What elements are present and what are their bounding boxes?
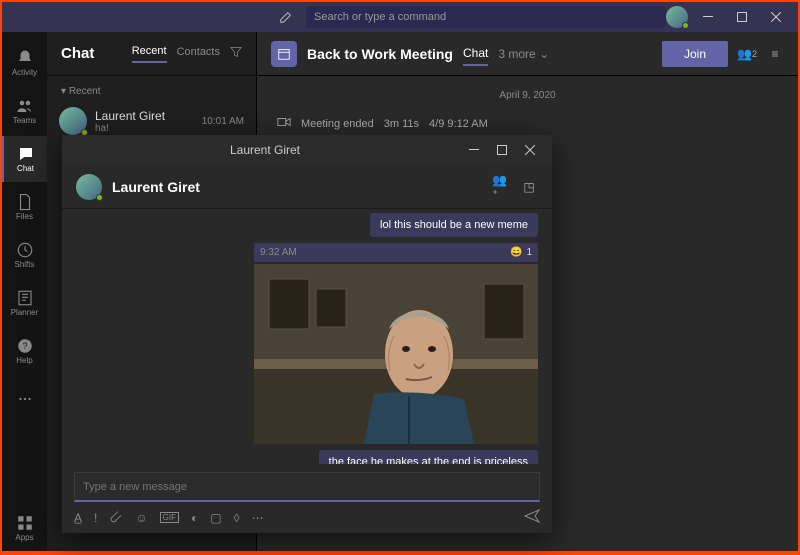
meet-now-icon[interactable]: ▢ <box>210 511 221 525</box>
gif-icon[interactable]: GIF <box>160 512 179 523</box>
stream-icon[interactable]: ◊ <box>234 511 240 525</box>
format-icon[interactable]: A̲ <box>74 511 82 525</box>
message-outgoing: the face he makes at the end is priceles… <box>319 450 538 464</box>
meeting-event: Meeting ended 3m 11s 4/9 9:12 AM <box>277 115 778 132</box>
attach-icon[interactable] <box>109 509 123 526</box>
user-avatar[interactable] <box>666 6 688 28</box>
laugh-reaction-icon[interactable]: 😄 <box>510 247 522 258</box>
message-list: lol this should be a new meme 9:32 AM 😄 1 <box>62 209 552 464</box>
popout-title: Laurent Giret <box>70 143 460 157</box>
search-input[interactable]: Search or type a command <box>306 6 666 28</box>
chat-row-time: 10:01 AM <box>202 116 244 127</box>
compose-box[interactable] <box>74 472 540 502</box>
video-icon <box>277 115 291 132</box>
minimize-button[interactable] <box>694 3 722 31</box>
message-block: 9:32 AM 😄 1 <box>76 243 538 444</box>
rail-teams[interactable]: Teams <box>2 88 47 134</box>
popout-window: Laurent Giret Laurent Giret 👥⁺ ◳ lol thi… <box>62 135 552 533</box>
sticker-icon[interactable]: ◐ <box>191 511 198 525</box>
popout-people-icon[interactable]: 👥⁺ <box>492 173 510 201</box>
rail-shifts[interactable]: Shifts <box>2 232 47 278</box>
message-outgoing: lol this should be a new meme <box>370 213 538 237</box>
tab-contacts[interactable]: Contacts <box>177 46 220 62</box>
join-button[interactable]: Join <box>662 41 728 67</box>
rail-help[interactable]: ?Help <box>2 328 47 374</box>
compose-new-icon[interactable] <box>274 5 298 29</box>
compose-input[interactable] <box>83 481 531 493</box>
content-header: Back to Work Meeting Chat 3 more ⌄ Join … <box>257 32 798 76</box>
chatlist-title: Chat <box>61 45 94 62</box>
rail-files[interactable]: Files <box>2 184 47 230</box>
popout-header: Laurent Giret 👥⁺ ◳ <box>62 165 552 209</box>
reaction-count: 1 <box>526 247 532 258</box>
tab-recent[interactable]: Recent <box>132 45 167 63</box>
emoji-icon[interactable]: ☺ <box>135 511 147 525</box>
popout-name: Laurent Giret <box>112 179 200 195</box>
popout-titlebar: Laurent Giret <box>62 135 552 165</box>
rail-planner[interactable]: Planner <box>2 280 47 326</box>
popout-minimize[interactable] <box>460 136 488 164</box>
popout-avatar <box>76 174 102 200</box>
participants-icon[interactable]: 👥2 <box>738 47 756 61</box>
send-icon[interactable] <box>524 508 540 527</box>
chat-avatar <box>59 107 87 135</box>
rail-apps[interactable]: Apps <box>2 505 47 551</box>
rail-chat[interactable]: Chat <box>2 136 47 182</box>
message-image[interactable] <box>254 264 538 444</box>
search-placeholder: Search or type a command <box>314 11 446 23</box>
meeting-title: Back to Work Meeting <box>307 46 453 62</box>
rail-activity[interactable]: Activity <box>2 40 47 86</box>
app-rail: Activity Teams Chat Files Shifts Planner… <box>2 32 47 551</box>
popout-popout-icon[interactable]: ◳ <box>520 180 538 194</box>
calendar-icon <box>271 41 297 67</box>
filter-icon[interactable] <box>230 45 242 63</box>
list-icon[interactable]: ≡ <box>766 47 784 61</box>
tab-more[interactable]: 3 more ⌄ <box>498 43 549 65</box>
popout-close[interactable] <box>516 136 544 164</box>
chevron-down-icon: ⌄ <box>539 47 549 61</box>
compose-area: A̲ ! ☺ GIF ◐ ▢ ◊ ⋯ <box>62 464 552 533</box>
priority-icon[interactable]: ! <box>94 511 97 525</box>
compose-toolbar: A̲ ! ☺ GIF ◐ ▢ ◊ ⋯ <box>74 508 540 527</box>
date-separator: April 9, 2020 <box>277 90 778 101</box>
maximize-button[interactable] <box>728 3 756 31</box>
section-recent: ▾ Recent <box>47 76 256 101</box>
tab-chat[interactable]: Chat <box>463 42 488 66</box>
message-time: 9:32 AM <box>260 247 297 258</box>
popout-maximize[interactable] <box>488 136 516 164</box>
close-button[interactable] <box>762 3 790 31</box>
svg-text:?: ? <box>22 341 27 351</box>
chat-row-name: Laurent Giret <box>95 109 194 123</box>
more-icon[interactable]: ⋯ <box>252 511 264 525</box>
rail-more[interactable] <box>2 376 47 422</box>
titlebar: Search or type a command <box>2 2 798 32</box>
chat-row-preview: ha! <box>95 123 194 134</box>
